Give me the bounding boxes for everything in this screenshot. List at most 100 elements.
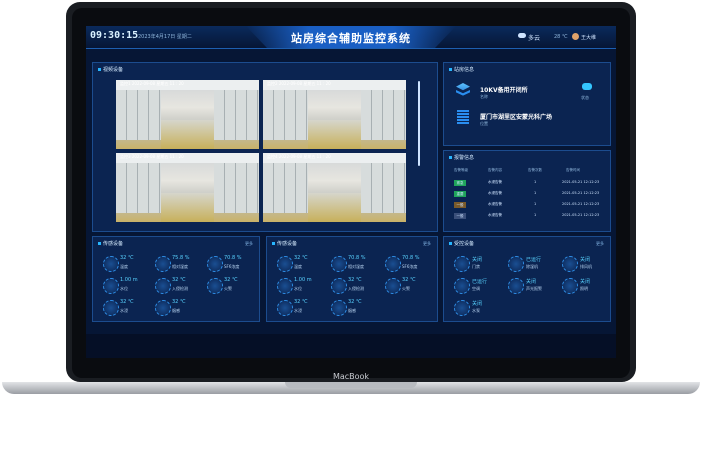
water-level-icon: [277, 278, 293, 294]
alarm-row[interactable]: 一般 水浸告警 1 2021-05-21 12:12:23: [448, 200, 604, 210]
sensor-temperature[interactable]: 32 ℃ 温度: [103, 255, 151, 273]
more-link[interactable]: 更多: [245, 241, 253, 247]
humidity-icon: [331, 256, 347, 272]
sensor-water-level[interactable]: 1.00 m 水位: [277, 277, 325, 295]
device-exhaust-fan[interactable]: 关闭 排风机: [562, 255, 614, 273]
alarm-row[interactable]: 一般 水浸告警 1 2021-05-21 12:12:23: [448, 211, 604, 221]
sensor-label: 水位: [120, 286, 128, 291]
sensor-value: 32 ℃: [348, 299, 362, 305]
more-link[interactable]: 更多: [423, 241, 431, 247]
sensor-value: 75.8 %: [172, 255, 190, 261]
avatar[interactable]: [572, 33, 579, 40]
device-name: 排风机: [580, 264, 592, 269]
sensor-label: 入侵检测: [348, 286, 364, 291]
camera-feed-4[interactable]: 监控4 2022-09-08 星期五 11 : 20: [263, 153, 406, 222]
device-name: 声光报警: [526, 286, 542, 291]
sensor-sf6[interactable]: 70.8 % SF6浓度: [207, 255, 255, 273]
air-conditioner-icon: [454, 278, 470, 294]
sensor-value: 1.00 m: [294, 277, 312, 283]
device-water-pump[interactable]: 关闭 水泵: [454, 299, 506, 317]
sensor-value: 32 ℃: [348, 277, 362, 283]
alarm-time: 2021-05-21 12:12:23: [562, 191, 600, 195]
sensor-value: 70.8 %: [348, 255, 366, 261]
sensor-intrusion[interactable]: 32 ℃ 入侵检测: [155, 277, 203, 295]
panel-title: 传感设备: [272, 240, 297, 247]
sensor-value: 32 ℃: [294, 255, 308, 261]
sensor-value: 32 ℃: [224, 277, 238, 283]
alarm-level-badge: 一般: [454, 213, 466, 219]
sensor-value: 32 ℃: [402, 277, 416, 283]
alarm-count: 1: [534, 202, 537, 206]
camera-feed-1[interactable]: 监控1 2022-09-08 星期五 11 : 20: [116, 80, 259, 149]
sensor-flood[interactable]: 32 ℃ 水浸: [103, 299, 151, 317]
alarm-header-time: 告警时间: [566, 168, 580, 172]
thermometer-icon: [277, 256, 293, 272]
user-name[interactable]: 王大维: [581, 34, 596, 41]
alarm-header-count: 告警次数: [528, 168, 542, 172]
building-icon: [457, 110, 469, 124]
device-alarm-light[interactable]: 关闭 声光报警: [508, 277, 560, 295]
flood-icon: [103, 300, 119, 316]
sensor-smoke[interactable]: 32 ℃ 烟感: [155, 299, 203, 317]
station-address: 厦门市湖里区安蒙光科广场: [480, 114, 553, 121]
fan-icon: [562, 256, 578, 272]
alarm-content: 水浸告警: [488, 191, 502, 195]
top-header: 09:30:15 2023年4月17日 星期二 站房综合辅助监控系统 多云 28…: [86, 26, 616, 49]
sensor-label: SF6浓度: [224, 264, 240, 269]
sensor-water-level[interactable]: 1.00 m 水位: [103, 277, 151, 295]
sensor-value: 32 ℃: [172, 299, 186, 305]
sensor-panel-2: 传感设备 更多 32 ℃ 温度 70.8 % 相对湿度 70.8 % SF6浓度 1.…: [266, 236, 438, 322]
camera-stamp: 监控2 2022-09-08 星期五 11 : 20: [267, 81, 331, 86]
alarm-time: 2021-05-21 12:12:23: [562, 202, 600, 206]
device-name: 空调: [472, 286, 480, 291]
sensor-humidity[interactable]: 70.8 % 相对湿度: [331, 255, 379, 273]
sensor-sf6[interactable]: 70.8 % SF6浓度: [385, 255, 433, 273]
sensor-value: 70.8 %: [224, 255, 242, 261]
video-scrollbar[interactable]: [418, 81, 420, 166]
device-lighting[interactable]: 关闭 照明: [562, 277, 614, 295]
device-air-conditioner[interactable]: 已运行 空调: [454, 277, 506, 295]
status-icon: [582, 83, 592, 90]
alarm-row[interactable]: 紧急 水浸告警 1 2021-05-21 12:12:23: [448, 178, 604, 188]
alarm-count: 1: [534, 213, 537, 217]
more-link[interactable]: 更多: [596, 241, 604, 247]
sensor-label: 相对湿度: [172, 264, 188, 269]
fire-icon: [385, 278, 401, 294]
sensor-label: 火警: [402, 286, 410, 291]
sensor-smoke[interactable]: 32 ℃ 烟感: [331, 299, 379, 317]
panel-title: 站房信息: [449, 66, 474, 73]
sensor-label: 相对湿度: [348, 264, 364, 269]
clock: 09:30:15: [90, 30, 139, 41]
alarm-content: 水浸告警: [488, 202, 502, 206]
alarm-count: 1: [534, 180, 537, 184]
alarm-row[interactable]: 重要 水浸告警 1 2021-05-21 12:12:23: [448, 189, 604, 199]
station-name-label: 名称: [480, 94, 488, 99]
alarm-time: 2021-05-21 12:12:23: [562, 213, 600, 217]
alarm-header-content: 告警内容: [488, 168, 502, 172]
temperature: 28 ℃: [554, 34, 568, 40]
thermometer-icon: [103, 256, 119, 272]
device-status: 已运行: [472, 279, 488, 285]
device-dehumidifier[interactable]: 已运行 除湿机: [508, 255, 560, 273]
alarm-content: 水浸告警: [488, 180, 502, 184]
device-door[interactable]: 关闭 门禁: [454, 255, 506, 273]
camera-feed-2[interactable]: 监控2 2022-09-08 星期五 11 : 20: [263, 80, 406, 149]
sensor-temperature[interactable]: 32 ℃ 温度: [277, 255, 325, 273]
device-status: 关闭: [580, 279, 591, 285]
sensor-humidity[interactable]: 75.8 % 相对湿度: [155, 255, 203, 273]
sensor-label: 火警: [224, 286, 232, 291]
intrusion-icon: [331, 278, 347, 294]
smoke-icon: [331, 300, 347, 316]
sensor-intrusion[interactable]: 32 ℃ 入侵检测: [331, 277, 379, 295]
sensor-fire[interactable]: 32 ℃ 火警: [385, 277, 433, 295]
camera-feed-3[interactable]: 监控3 2022-09-08 星期五 11 : 20: [116, 153, 259, 222]
screen-bottom-strip: [86, 334, 616, 358]
gas-icon: [207, 256, 223, 272]
sensor-value: 32 ℃: [294, 299, 308, 305]
sensor-flood[interactable]: 32 ℃ 水浸: [277, 299, 325, 317]
water-level-icon: [103, 278, 119, 294]
light-bulb-icon: [562, 278, 578, 294]
door-icon: [454, 256, 470, 272]
sensor-fire[interactable]: 32 ℃ 火警: [207, 277, 255, 295]
sensor-label: 烟感: [348, 308, 356, 313]
